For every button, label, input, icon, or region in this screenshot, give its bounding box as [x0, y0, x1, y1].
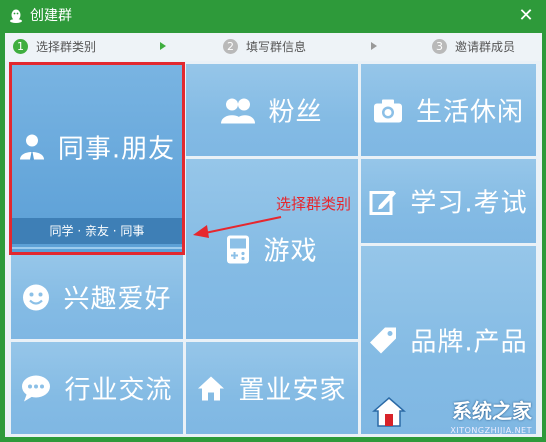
watermark: 系统之家 XITONGZHIJIA.NET [368, 391, 538, 435]
smiley-icon [23, 284, 50, 310]
tile-industry-label: 行业交流 [64, 375, 173, 406]
tile-brand-content: 品牌.产品 [361, 322, 536, 359]
step-arrow-1-icon [160, 42, 166, 50]
tile-real-estate-content: 置业安家 [186, 370, 358, 407]
tile-coworkers-label: 同事.朋友 [57, 134, 176, 165]
chat-bubble-icon [22, 375, 51, 401]
window-title: 创建群 [30, 8, 72, 24]
tile-coworkers-underline [11, 247, 183, 249]
pencil-note-icon [369, 190, 397, 215]
step-1-label: 选择群类别 [36, 40, 97, 54]
step-1-number: 1 [13, 39, 28, 54]
tile-study-content: 学习.考试 [361, 183, 536, 220]
step-2-number: 2 [223, 39, 238, 54]
tile-study[interactable]: 学习.考试 [361, 159, 536, 243]
tile-fans-label: 粉丝 [268, 97, 323, 128]
step-indicator: 1 选择群类别 2 填写群信息 3 邀请群成员 [5, 33, 542, 61]
tile-hobbies-label: 兴趣爱好 [63, 284, 172, 315]
tile-leisure[interactable]: 生活休闲 [361, 64, 536, 156]
tile-leisure-content: 生活休闲 [361, 92, 536, 129]
tile-games[interactable]: 游戏 [186, 159, 358, 339]
tile-fans[interactable]: 粉丝 [186, 64, 358, 156]
watermark-text: 系统之家 [452, 399, 532, 423]
tile-real-estate[interactable]: 置业安家 [186, 342, 358, 434]
annotation-arrow-icon [193, 216, 282, 238]
tile-real-estate-label: 置业安家 [238, 375, 347, 406]
people-icon [221, 98, 256, 123]
step-arrow-2-icon [371, 42, 377, 50]
step-3-label: 邀请群成员 [455, 40, 516, 54]
step-1: 1 选择群类别 [13, 39, 96, 55]
annotation-label: 选择群类别 [276, 195, 352, 213]
tile-coworkers-subtitle: 同学 · 亲友 · 同事 [11, 218, 183, 244]
tile-study-label: 学习.考试 [410, 188, 528, 219]
house-logo-icon [372, 397, 406, 427]
qq-penguin-icon [10, 9, 22, 23]
step-2-label: 填写群信息 [246, 40, 307, 54]
step-2: 2 填写群信息 [223, 39, 306, 55]
close-button[interactable]: ✕ [516, 6, 536, 26]
step-3: 3 邀请群成员 [432, 39, 515, 55]
close-icon: ✕ [518, 5, 534, 26]
tag-icon [370, 327, 397, 353]
tile-industry-content: 行业交流 [11, 370, 183, 407]
dialog-content: 1 选择群类别 2 填写群信息 3 邀请群成员 同事.朋友 同学 · 亲友 · … [5, 33, 542, 437]
tile-industry[interactable]: 行业交流 [11, 342, 183, 434]
create-group-window: 创建群 ✕ 1 选择群类别 2 填写群信息 3 邀请群成员 同事.朋友 同学 ·… [0, 0, 546, 442]
step-3-number: 3 [432, 39, 447, 54]
house-icon [198, 376, 225, 400]
tile-coworkers-content: 同事.朋友 [11, 128, 183, 165]
camera-icon [373, 99, 402, 122]
tile-coworkers-friends[interactable]: 同事.朋友 同学 · 亲友 · 同事 [11, 64, 183, 252]
tile-brand-label: 品牌.产品 [410, 327, 528, 358]
person-icon [19, 134, 44, 161]
tile-hobbies-content: 兴趣爱好 [11, 279, 183, 316]
tile-leisure-label: 生活休闲 [416, 97, 525, 128]
tile-hobbies[interactable]: 兴趣爱好 [11, 255, 183, 339]
watermark-url: XITONGZHIJIA.NET [450, 426, 532, 435]
title-bar: 创建群 ✕ [0, 0, 546, 33]
category-grid: 同事.朋友 同学 · 亲友 · 同事 兴趣爱好 行业交流 粉丝 游戏 置业安家 … [5, 61, 542, 437]
tile-fans-content: 粉丝 [186, 92, 358, 129]
